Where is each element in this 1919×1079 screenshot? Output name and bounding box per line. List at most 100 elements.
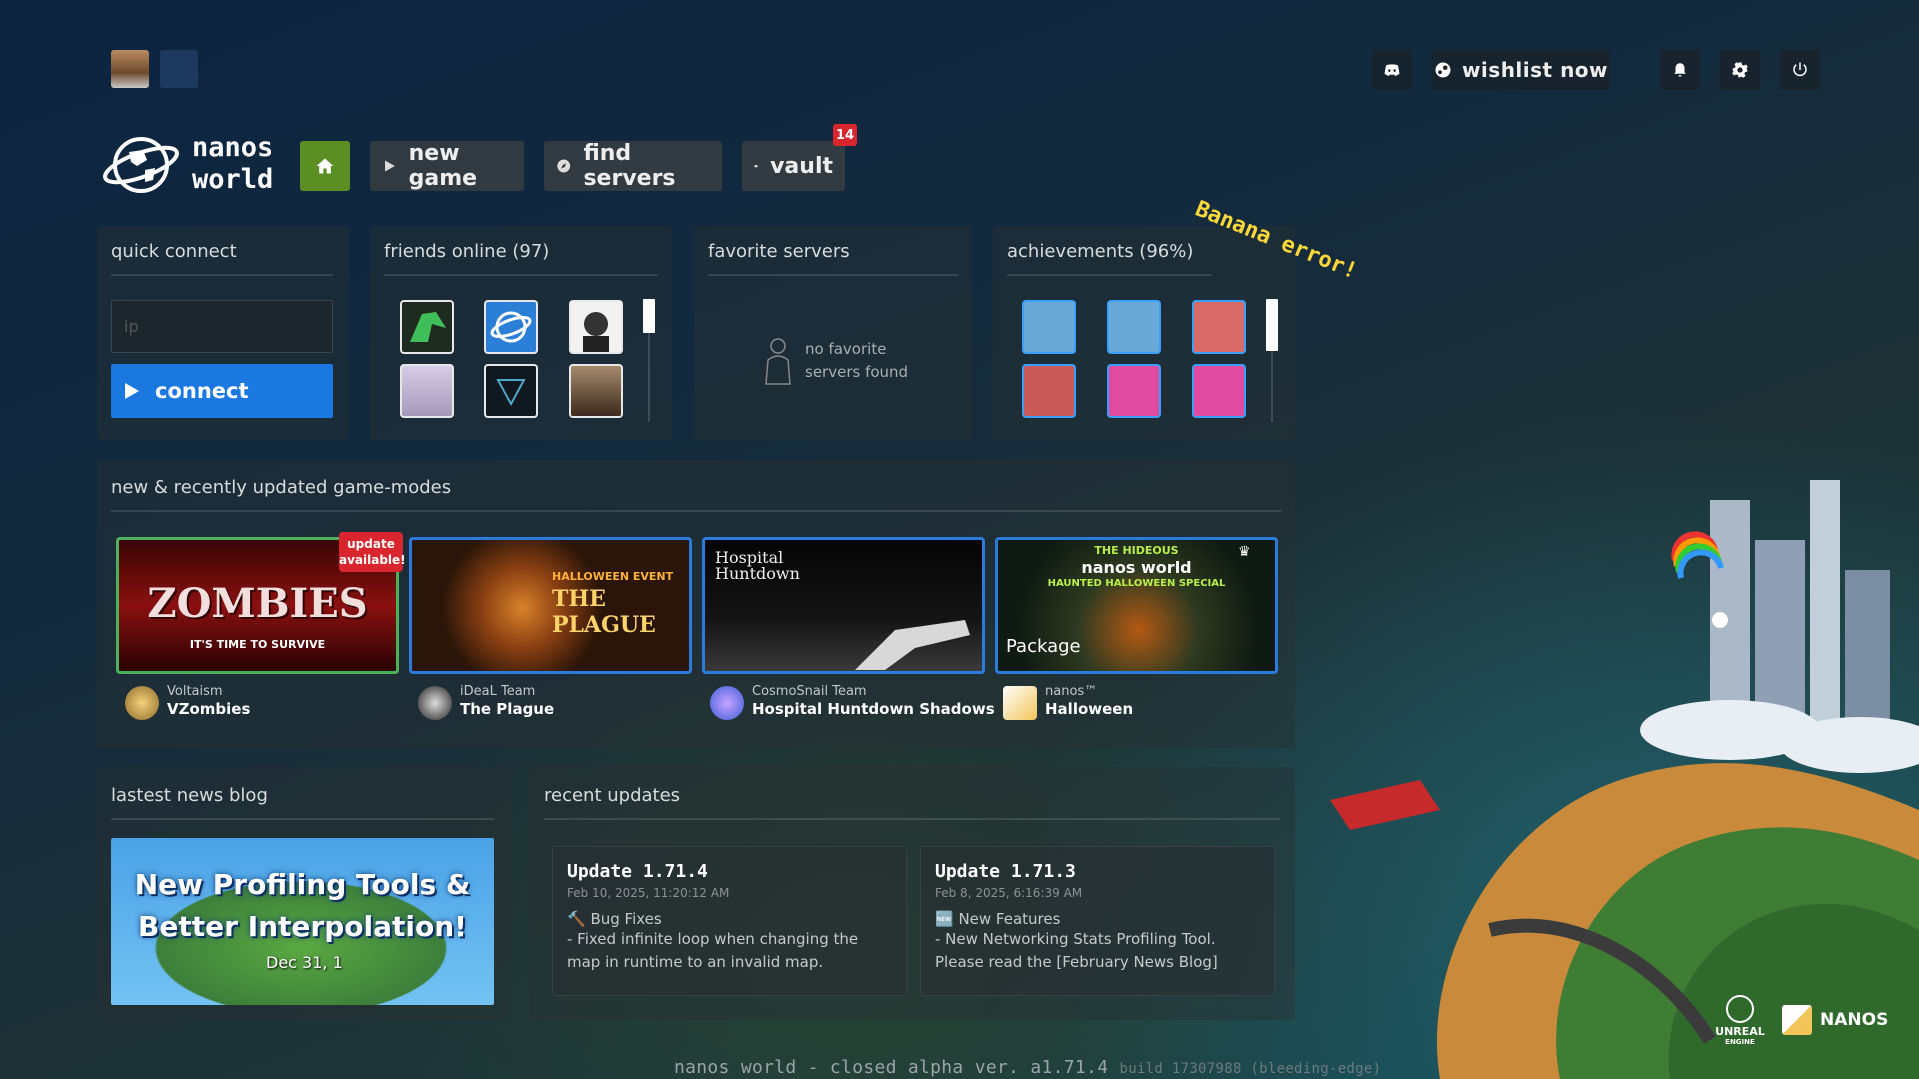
connect-button[interactable]: connect bbox=[111, 364, 333, 418]
game-mode-name[interactable]: VZombies bbox=[167, 700, 250, 718]
home-button[interactable] bbox=[300, 141, 350, 191]
version-text: nanos world - closed alpha ver. a1.71.4 bbox=[674, 1057, 1109, 1078]
friend-avatar[interactable] bbox=[484, 364, 538, 418]
wishlist-button[interactable]: wishlist now bbox=[1432, 50, 1610, 90]
divider bbox=[111, 510, 1281, 512]
thumb-subtitle: HALLOWEEN EVENT bbox=[552, 570, 674, 583]
friends-scrollbar[interactable] bbox=[643, 299, 655, 333]
author-avatar bbox=[125, 686, 159, 720]
author-name: nanos™ bbox=[1045, 684, 1098, 699]
logo-text: nanos world bbox=[192, 132, 273, 196]
achievement-badge[interactable] bbox=[1192, 300, 1246, 354]
thumb-title: nanos world bbox=[1081, 558, 1192, 577]
author-name: CosmoSnail Team bbox=[752, 684, 867, 699]
update-card[interactable]: Update 1.71.4 Feb 10, 2025, 11:20:12 AM … bbox=[552, 846, 907, 996]
nanos-cube-icon bbox=[1782, 1005, 1812, 1035]
news-headline-line-1: New Profiling Tools & bbox=[134, 868, 471, 901]
update-date: Feb 10, 2025, 11:20:12 AM bbox=[567, 886, 730, 900]
friend-avatar[interactable] bbox=[569, 300, 623, 354]
friend-avatar[interactable] bbox=[400, 300, 454, 354]
no-favorites-line-1: no favorite bbox=[805, 340, 887, 358]
compass-icon bbox=[557, 159, 571, 173]
version-footer: nanos world - closed alpha ver. a1.71.4 … bbox=[674, 1057, 1381, 1078]
news-headline-line-2: Better Interpolation! bbox=[138, 910, 467, 943]
favorite-servers-title: favorite servers bbox=[708, 241, 850, 262]
world-island-illustration bbox=[1330, 480, 1919, 1079]
achievement-badge[interactable] bbox=[1107, 300, 1161, 354]
power-button[interactable] bbox=[1780, 50, 1820, 90]
power-icon bbox=[1793, 62, 1807, 77]
update-title: Update 1.71.4 bbox=[567, 861, 708, 882]
game-mode-name[interactable]: Halloween bbox=[1045, 700, 1133, 718]
quick-connect-title: quick connect bbox=[111, 241, 237, 262]
update-body: - Fixed infinite loop when changing the … bbox=[567, 930, 859, 971]
game-modes-title: new & recently updated game-modes bbox=[111, 477, 452, 498]
friend-avatar[interactable] bbox=[569, 364, 623, 418]
play-icon bbox=[125, 383, 139, 399]
vault-button[interactable]: vault bbox=[742, 141, 845, 191]
vault-label: vault bbox=[770, 153, 833, 179]
rifle-icon bbox=[855, 620, 970, 670]
nanos-world-logo-icon bbox=[103, 137, 179, 193]
friend-avatar[interactable] bbox=[400, 364, 454, 418]
gear-icon bbox=[1732, 62, 1748, 78]
new-game-button[interactable]: new game bbox=[370, 141, 524, 191]
crown-icon: ♛ bbox=[1238, 544, 1251, 560]
author-name: iDeaL Team bbox=[460, 684, 536, 699]
no-favorites-line-2: servers found bbox=[805, 363, 909, 381]
game-mode-name[interactable]: Hospital Huntdown Shadows bbox=[752, 700, 995, 718]
play-icon bbox=[385, 160, 395, 172]
update-available-badge: update available! bbox=[339, 532, 406, 572]
thumb-title: THE PLAGUE bbox=[552, 586, 656, 638]
unreal-logo-icon bbox=[1726, 995, 1754, 1023]
friends-title: friends online (97) bbox=[384, 241, 550, 262]
face-icon bbox=[583, 312, 609, 352]
unreal-engine-logo: UNREAL ENGINE bbox=[1705, 995, 1775, 1046]
find-servers-button[interactable]: find servers bbox=[544, 141, 722, 191]
game-mode-name[interactable]: The Plague bbox=[460, 700, 554, 718]
unreal-line-1: UNREAL bbox=[1715, 1025, 1765, 1038]
logo-line-1: nanos bbox=[192, 132, 274, 163]
empty-person-icon bbox=[765, 338, 791, 385]
ip-input[interactable] bbox=[111, 300, 333, 353]
thumb-top: THE HIDEOUS bbox=[1094, 544, 1179, 557]
package-label: Package bbox=[1006, 636, 1081, 657]
secondary-avatar[interactable] bbox=[160, 50, 198, 88]
update-badge-line-2: available! bbox=[339, 553, 406, 567]
news-headline: New Profiling Tools & Better Interpolati… bbox=[111, 864, 494, 948]
game-mode-card-hospital-huntdown[interactable]: Hospital Huntdown bbox=[702, 537, 985, 674]
dragon-icon bbox=[410, 312, 446, 342]
update-card[interactable]: Update 1.71.3 Feb 8, 2025, 6:16:39 AM 🆕 … bbox=[920, 846, 1275, 996]
find-servers-label: find servers bbox=[583, 141, 676, 191]
discord-button[interactable] bbox=[1372, 50, 1412, 90]
new-game-label: new game bbox=[408, 141, 478, 191]
thumb-subtitle: HAUNTED HALLOWEEN SPECIAL bbox=[1047, 578, 1226, 589]
nanos-brand: NANOS bbox=[1820, 1010, 1889, 1030]
achievement-badge[interactable] bbox=[1022, 364, 1076, 418]
cloud-download-icon bbox=[754, 164, 758, 168]
logo-line-2: world bbox=[192, 164, 274, 195]
news-title: lastest news blog bbox=[111, 785, 268, 806]
vault-badge: 14 bbox=[833, 124, 857, 146]
friend-avatar[interactable] bbox=[484, 300, 538, 354]
recent-updates-title: recent updates bbox=[544, 785, 681, 806]
user-avatar[interactable] bbox=[111, 50, 149, 88]
notifications-button[interactable] bbox=[1660, 50, 1700, 90]
news-date: Dec 31, 1 bbox=[266, 953, 343, 972]
wishlist-label: wishlist now bbox=[1461, 58, 1609, 82]
balloon-decoration bbox=[1671, 531, 1724, 579]
author-avatar bbox=[710, 686, 744, 720]
bell-icon bbox=[1674, 63, 1686, 77]
settings-button[interactable] bbox=[1720, 50, 1760, 90]
achievement-badge[interactable] bbox=[1107, 364, 1161, 418]
connect-label: connect bbox=[155, 379, 249, 403]
unreal-line-2: ENGINE bbox=[1725, 1038, 1755, 1046]
achievement-badge[interactable] bbox=[1022, 300, 1076, 354]
achievement-badge[interactable] bbox=[1192, 364, 1246, 418]
game-mode-card-the-plague[interactable]: HALLOWEEN EVENT THE PLAGUE bbox=[409, 537, 692, 674]
achievements-scrollbar[interactable] bbox=[1266, 299, 1278, 351]
divider bbox=[708, 274, 958, 276]
steam-icon bbox=[1435, 62, 1451, 78]
divider bbox=[1007, 274, 1212, 276]
news-banner[interactable]: New Profiling Tools & Better Interpolati… bbox=[111, 838, 494, 1005]
